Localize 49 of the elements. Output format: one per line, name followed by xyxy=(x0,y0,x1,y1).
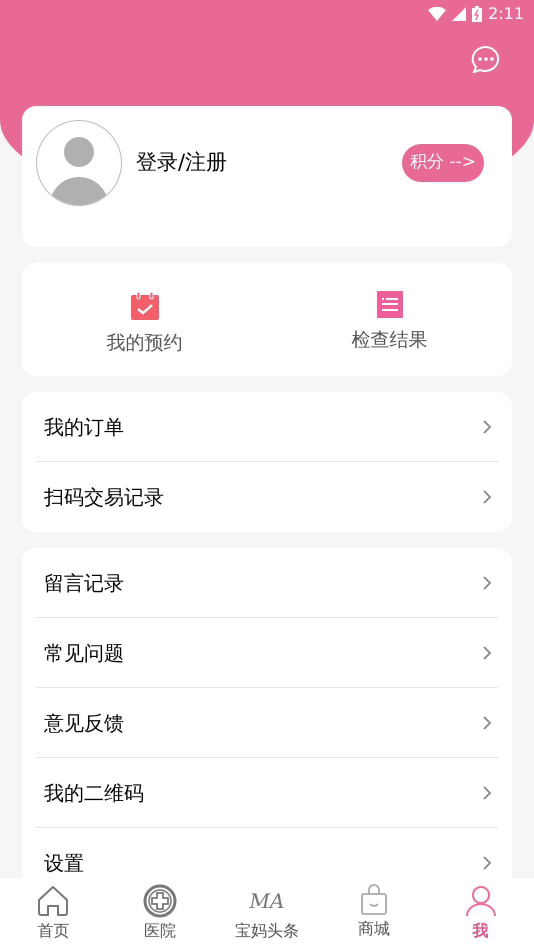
login-register-link[interactable]: 登录/注册 xyxy=(136,147,402,178)
chevron-right-icon xyxy=(482,784,492,800)
menu-row[interactable]: 留言记录 xyxy=(36,548,498,618)
wifi-icon xyxy=(428,7,446,21)
tab-item[interactable]: 医院 xyxy=(106,878,214,950)
menu-row[interactable]: 常见问题 xyxy=(36,618,498,688)
menu-label: 我的二维码 xyxy=(44,780,144,806)
medical-cross-icon xyxy=(143,884,178,918)
message-icon[interactable] xyxy=(471,45,501,73)
tab-label: 我 xyxy=(472,920,489,942)
menu-row[interactable]: 意见反馈 xyxy=(36,688,498,758)
menu-row[interactable]: 设置 xyxy=(36,828,498,878)
chevron-right-icon xyxy=(482,644,492,660)
menu-label: 常见问题 xyxy=(44,640,124,666)
home-icon xyxy=(36,884,70,918)
avatar[interactable] xyxy=(36,120,122,206)
chevron-right-icon xyxy=(482,489,492,505)
chevron-right-icon xyxy=(482,574,492,590)
tab-item[interactable]: 商城 xyxy=(320,878,428,950)
tab-label: 宝妈头条 xyxy=(234,920,299,942)
shortcut-label: 检查结果 xyxy=(352,328,428,353)
chevron-right-icon xyxy=(482,418,492,434)
menu-label: 留言记录 xyxy=(44,570,124,596)
menu-label: 我的订单 xyxy=(44,414,124,440)
tab-label: 医院 xyxy=(144,920,176,942)
chevron-right-icon xyxy=(482,855,492,871)
tab-item[interactable]: 我 xyxy=(427,878,534,950)
tab-item[interactable]: 首页 xyxy=(0,878,107,950)
shopping-bag-icon xyxy=(360,884,388,916)
battery-icon xyxy=(472,6,482,22)
avatar-silhouette-icon xyxy=(50,137,108,205)
tab-label: 商城 xyxy=(358,918,390,940)
menu-label: 意见反馈 xyxy=(44,710,124,736)
logo-icon: MA xyxy=(250,884,284,918)
shortcut-button[interactable]: 检查结果 xyxy=(267,263,512,376)
status-time: 2:11 xyxy=(488,3,524,25)
signal-icon xyxy=(452,7,466,21)
menu-label: 设置 xyxy=(44,850,84,877)
menu-row[interactable]: 我的订单 xyxy=(36,392,498,462)
shortcut-label: 我的预约 xyxy=(106,331,182,356)
calendar-check-icon xyxy=(130,291,160,321)
chevron-right-icon xyxy=(482,714,492,730)
menu-label: 扫码交易记录 xyxy=(44,484,164,511)
list-document-icon xyxy=(376,291,402,318)
menu-row[interactable]: 扫码交易记录 xyxy=(36,462,498,532)
shortcut-button[interactable]: 我的预约 xyxy=(22,263,267,376)
tab-label: 首页 xyxy=(37,920,70,942)
menu-row[interactable]: 我的二维码 xyxy=(36,758,498,828)
tab-item[interactable]: MA 宝妈头条 xyxy=(214,878,320,950)
